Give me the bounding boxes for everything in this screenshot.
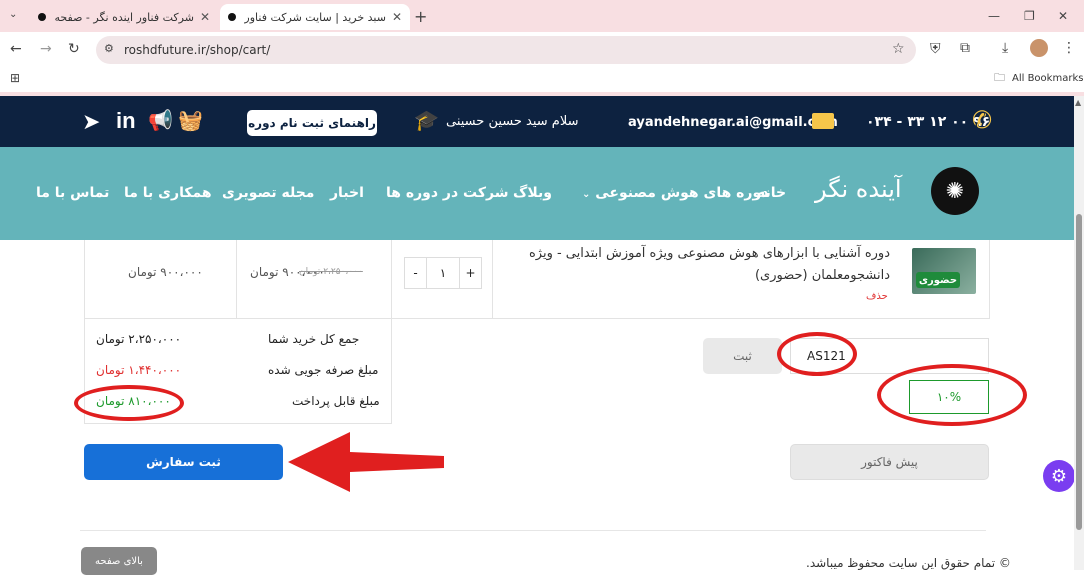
bookmarks-bar: ⊞ 🗀 All Bookmarks <box>0 68 1084 92</box>
quantity-stepper: - ۱ + <box>404 257 482 289</box>
mail-icon <box>812 113 834 129</box>
window-close-icon[interactable]: ✕ <box>1058 10 1068 22</box>
all-bookmarks[interactable]: All Bookmarks <box>1012 73 1083 84</box>
register-guide-button[interactable]: راهنمای ثبت نام دوره <box>247 110 377 136</box>
copyright-text: © تمام حقوق این سایت محفوظ میباشد. <box>806 556 1011 570</box>
in-person-badge: حضوری <box>916 272 960 288</box>
megaphone-icon[interactable]: 📢 <box>148 108 173 132</box>
footer-divider <box>80 530 986 531</box>
nav-ai-courses[interactable]: دوره های هوش مصنوعی ⌄ <box>582 185 768 201</box>
extensions-icon[interactable]: ⧉ <box>960 41 970 55</box>
apps-grid-icon[interactable]: ⊞ <box>10 72 20 84</box>
profile-avatar[interactable] <box>1030 39 1048 57</box>
scrollbar-thumb[interactable] <box>1076 214 1082 530</box>
nav-news[interactable]: اخبار <box>330 185 364 201</box>
site-info-icon[interactable]: ⚙ <box>104 43 114 54</box>
tab-home[interactable]: شرکت فناور اینده نگر - صفحه اصلی ✕ <box>30 4 218 30</box>
site-brand[interactable]: آینده نگر <box>815 175 902 203</box>
payable-label: مبلغ قابل پرداخت <box>292 394 380 408</box>
chevron-down-icon: ⌄ <box>582 189 591 200</box>
scroll-up-icon[interactable]: ▲ <box>1075 98 1081 107</box>
bookmark-star-icon[interactable]: ☆ <box>892 42 905 56</box>
brain-logo-icon[interactable]: ✺ <box>931 167 979 215</box>
row-subtotal: ۹۰۰،۰۰۰ تومان <box>128 265 203 279</box>
menu-icon[interactable]: ⋮ <box>1062 41 1076 55</box>
nav-blog[interactable]: وبلاگ <box>513 185 552 201</box>
increase-quantity-button[interactable]: + <box>459 258 481 288</box>
browser-chrome: ⌄ شرکت فناور اینده نگر - صفحه اصلی ✕ سبد… <box>0 0 1084 96</box>
total-label: جمع کل خرید شما <box>268 332 360 346</box>
savings-value: ۱،۴۴۰،۰۰۰ تومان <box>96 363 182 377</box>
favicon-icon <box>38 13 46 21</box>
address-bar[interactable]: ⚙ roshdfuture.ir/shop/cart/ ☆ <box>96 36 916 64</box>
total-value: ۲،۲۵۰،۰۰۰ تومان <box>96 332 182 346</box>
new-tab-icon[interactable]: + <box>414 9 427 25</box>
quantity-input[interactable]: ۱ <box>427 258 459 288</box>
forward-icon[interactable]: → <box>40 42 52 56</box>
folder-icon: 🗀 <box>994 71 1005 84</box>
back-to-top-button[interactable]: بالای صفحه <box>81 547 157 575</box>
tab-search-icon[interactable]: ⌄ <box>9 10 17 20</box>
savings-label: مبلغ صرفه جویی شده <box>268 363 379 377</box>
submit-order-button[interactable]: ثبت سفارش <box>84 444 283 480</box>
pre-invoice-button[interactable]: پیش فاکتور <box>790 444 989 480</box>
nav-contact[interactable]: تماس با ما <box>36 185 109 201</box>
apply-coupon-button[interactable]: ثبت <box>703 338 782 374</box>
close-tab-icon[interactable]: ✕ <box>194 10 210 24</box>
product-title[interactable]: دوره آشنایی با ابزارهای هوش مصنوعی ویژه … <box>508 243 890 287</box>
browser-toolbar: ← → ↻ ⚙ roshdfuture.ir/shop/cart/ ☆ ⛨ ⧉ … <box>0 32 1084 68</box>
back-icon[interactable]: ← <box>10 42 22 56</box>
favicon-icon <box>228 13 236 21</box>
download-icon[interactable]: ⤓ <box>1002 41 1008 55</box>
unit-price: ۹۰۰،۰۰۰ تومان <box>250 265 325 279</box>
url-text: roshdfuture.ir/shop/cart/ <box>124 43 271 57</box>
minimize-icon[interactable]: — <box>988 10 1000 22</box>
red-arrow-annotation <box>288 432 444 492</box>
nav-cooperation[interactable]: همکاری با ما <box>124 185 212 201</box>
restore-icon[interactable]: ❐ <box>1024 10 1035 22</box>
graduation-cap-icon: 🎓 <box>414 108 439 132</box>
nav-enroll[interactable]: شرکت در دوره ها <box>386 185 508 201</box>
site-navbar: ✺ آینده نگر خانه دوره های هوش مصنوعی ⌄ و… <box>0 147 1074 240</box>
shield-extension-icon[interactable]: ⛨ <box>930 42 941 56</box>
decrease-quantity-button[interactable]: - <box>405 258 427 288</box>
accessibility-gear-icon[interactable]: ⚙ <box>1043 460 1075 492</box>
contact-email[interactable]: ayandehnegar.ai@gmail.com <box>628 115 838 130</box>
nav-video-magazine[interactable]: مجله تصویری <box>222 185 314 201</box>
site-topbar: ➤ in 📢 🧺 راهنمای ثبت نام دوره 🎓 سلام سید… <box>0 96 1074 147</box>
highlight-ring-payable <box>74 385 184 421</box>
highlight-ring-discount <box>877 364 1027 426</box>
reload-icon[interactable]: ↻ <box>68 42 80 56</box>
highlight-ring-coupon <box>777 332 857 376</box>
phone-icon: ✆ <box>972 106 993 134</box>
basket-icon[interactable]: 🧺 <box>178 108 203 132</box>
user-greeting[interactable]: سلام سید حسین حسینی <box>446 114 579 129</box>
remove-item-link[interactable]: حذف <box>866 291 888 302</box>
close-tab-icon[interactable]: ✕ <box>386 10 402 24</box>
tab-cart[interactable]: سبد خرید | سایت شرکت فناور آینده ✕ <box>220 4 410 30</box>
linkedin-icon[interactable]: in <box>116 108 136 134</box>
telegram-icon[interactable]: ➤ <box>82 110 100 135</box>
product-thumbnail[interactable]: حضوری <box>912 248 976 294</box>
